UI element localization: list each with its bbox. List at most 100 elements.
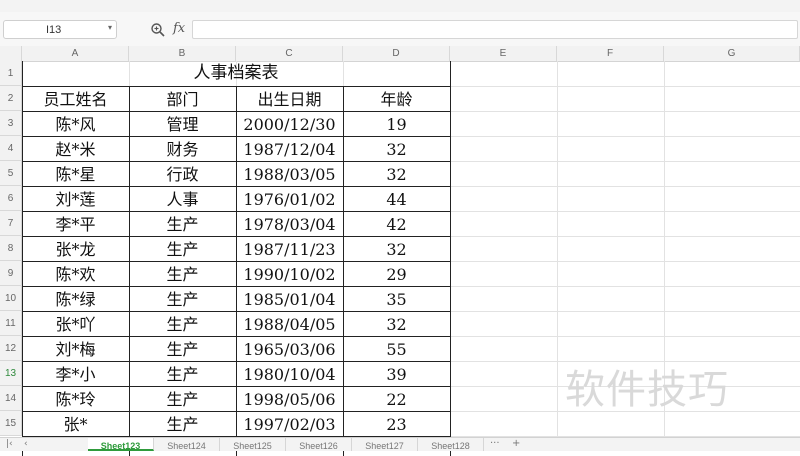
column-header-c[interactable]: C: [236, 46, 343, 61]
table-cell[interactable]: 32: [343, 161, 450, 186]
more-sheets-button[interactable]: ···: [490, 438, 500, 449]
row-header-2[interactable]: 2: [0, 86, 22, 111]
table-cell[interactable]: 1965/03/06: [236, 336, 343, 361]
name-box-value: I13: [46, 24, 62, 36]
first-sheet-icon[interactable]: |‹: [6, 439, 13, 449]
table-cell[interactable]: 32: [343, 236, 450, 261]
row-header-7[interactable]: 7: [0, 211, 22, 236]
row-header-6[interactable]: 6: [0, 186, 22, 211]
table-cell[interactable]: 张*龙: [22, 236, 129, 261]
table-cell[interactable]: 赵*米: [22, 136, 129, 161]
table-cell[interactable]: 29: [343, 261, 450, 286]
select-all-corner[interactable]: [0, 46, 22, 61]
table-cell[interactable]: 刘*莲: [22, 186, 129, 211]
formula-bar: I13 ▾ fx: [0, 12, 800, 47]
name-box[interactable]: I13 ▾: [3, 20, 117, 39]
table-header-cell[interactable]: 年龄: [343, 86, 450, 111]
row-header-14[interactable]: 14: [0, 386, 22, 411]
table-cell[interactable]: 55: [343, 336, 450, 361]
table-cell[interactable]: 财务: [129, 136, 236, 161]
table-cell[interactable]: 1976/01/02: [236, 186, 343, 211]
table-cell[interactable]: 行政: [129, 161, 236, 186]
table-cell[interactable]: 生产: [129, 211, 236, 236]
table-cell[interactable]: 李*平: [22, 211, 129, 236]
table-cell[interactable]: 陈*欢: [22, 261, 129, 286]
fx-icon[interactable]: fx: [173, 21, 185, 36]
sheet-tab-sheet124[interactable]: Sheet124: [154, 438, 220, 451]
row-header-3[interactable]: 3: [0, 111, 22, 136]
row-header-5[interactable]: 5: [0, 161, 22, 186]
table-cell[interactable]: 2000/12/30: [236, 111, 343, 136]
column-header-e[interactable]: E: [450, 46, 557, 61]
column-header-d[interactable]: D: [343, 46, 450, 61]
table-cell[interactable]: 32: [343, 136, 450, 161]
row-header-4[interactable]: 4: [0, 136, 22, 161]
table-cell[interactable]: 1978/03/04: [236, 211, 343, 236]
sheet-tab-sheet123[interactable]: Sheet123: [88, 438, 154, 451]
column-header-row: ABCDEFG: [0, 46, 800, 62]
sheet-tab-sheet125[interactable]: Sheet125: [220, 438, 286, 451]
column-header-b[interactable]: B: [129, 46, 236, 61]
table-cell[interactable]: 39: [343, 361, 450, 386]
table-cell[interactable]: 44: [343, 186, 450, 211]
table-header-cell[interactable]: 出生日期: [236, 86, 343, 111]
row-header-13[interactable]: 13: [0, 361, 22, 386]
table-cell[interactable]: 1997/02/03: [236, 411, 343, 436]
table-cell[interactable]: 1985/01/04: [236, 286, 343, 311]
row-header-1[interactable]: 1: [0, 61, 22, 86]
table-cell[interactable]: 23: [343, 411, 450, 436]
table-cell[interactable]: 1990/10/02: [236, 261, 343, 286]
table-cell[interactable]: 32: [343, 311, 450, 336]
table-cell[interactable]: 陈*绿: [22, 286, 129, 311]
table-cell[interactable]: 刘*梅: [22, 336, 129, 361]
table-cell[interactable]: 张*: [22, 411, 129, 436]
table-cell[interactable]: 19: [343, 111, 450, 136]
sheet-tab-sheet126[interactable]: Sheet126: [286, 438, 352, 451]
table-cell[interactable]: 22: [343, 386, 450, 411]
formula-input[interactable]: [192, 20, 798, 39]
table-cell[interactable]: 生产: [129, 236, 236, 261]
table-cell[interactable]: 生产: [129, 336, 236, 361]
column-header-a[interactable]: A: [22, 46, 129, 61]
table-cell[interactable]: 李*小: [22, 361, 129, 386]
magnifier-plus-icon[interactable]: [150, 22, 166, 38]
sheet-tab-sheet127[interactable]: Sheet127: [352, 438, 418, 451]
table-cell[interactable]: 1988/04/05: [236, 311, 343, 336]
table-cell[interactable]: 陈*风: [22, 111, 129, 136]
table-cell[interactable]: 生产: [129, 311, 236, 336]
table-cell[interactable]: 生产: [129, 286, 236, 311]
row-header-8[interactable]: 8: [0, 236, 22, 261]
table-cell[interactable]: 1988/03/05: [236, 161, 343, 186]
table-cell[interactable]: 人事: [129, 186, 236, 211]
table-cell[interactable]: 1987/11/23: [236, 236, 343, 261]
add-sheet-button[interactable]: +: [512, 438, 520, 449]
table-cell[interactable]: 张*吖: [22, 311, 129, 336]
row-header-9[interactable]: 9: [0, 261, 22, 286]
table-title[interactable]: 人事档案表: [22, 61, 450, 86]
table-header-cell[interactable]: 员工姓名: [22, 86, 129, 111]
table-cell[interactable]: 42: [343, 211, 450, 236]
sheet-tab-sheet128[interactable]: Sheet128: [418, 438, 484, 451]
table-cell[interactable]: 生产: [129, 361, 236, 386]
row-header-15[interactable]: 15: [0, 411, 22, 436]
table-cell[interactable]: 陈*星: [22, 161, 129, 186]
table-header-cell[interactable]: 部门: [129, 86, 236, 111]
table-border-column: [129, 86, 130, 456]
table-cell[interactable]: 陈*玲: [22, 386, 129, 411]
chevron-down-icon[interactable]: ▾: [108, 23, 112, 32]
table-cell[interactable]: 35: [343, 286, 450, 311]
row-header-12[interactable]: 12: [0, 336, 22, 361]
table-cell[interactable]: 管理: [129, 111, 236, 136]
table-border-column: [450, 61, 451, 456]
row-header-11[interactable]: 11: [0, 311, 22, 336]
table-cell[interactable]: 1980/10/04: [236, 361, 343, 386]
table-cell[interactable]: 生产: [129, 386, 236, 411]
column-header-g[interactable]: G: [664, 46, 800, 61]
table-cell[interactable]: 1998/05/06: [236, 386, 343, 411]
table-cell[interactable]: 生产: [129, 261, 236, 286]
table-cell[interactable]: 生产: [129, 411, 236, 436]
prev-sheet-icon[interactable]: ‹: [24, 439, 28, 449]
row-header-10[interactable]: 10: [0, 286, 22, 311]
table-cell[interactable]: 1987/12/04: [236, 136, 343, 161]
column-header-f[interactable]: F: [557, 46, 664, 61]
